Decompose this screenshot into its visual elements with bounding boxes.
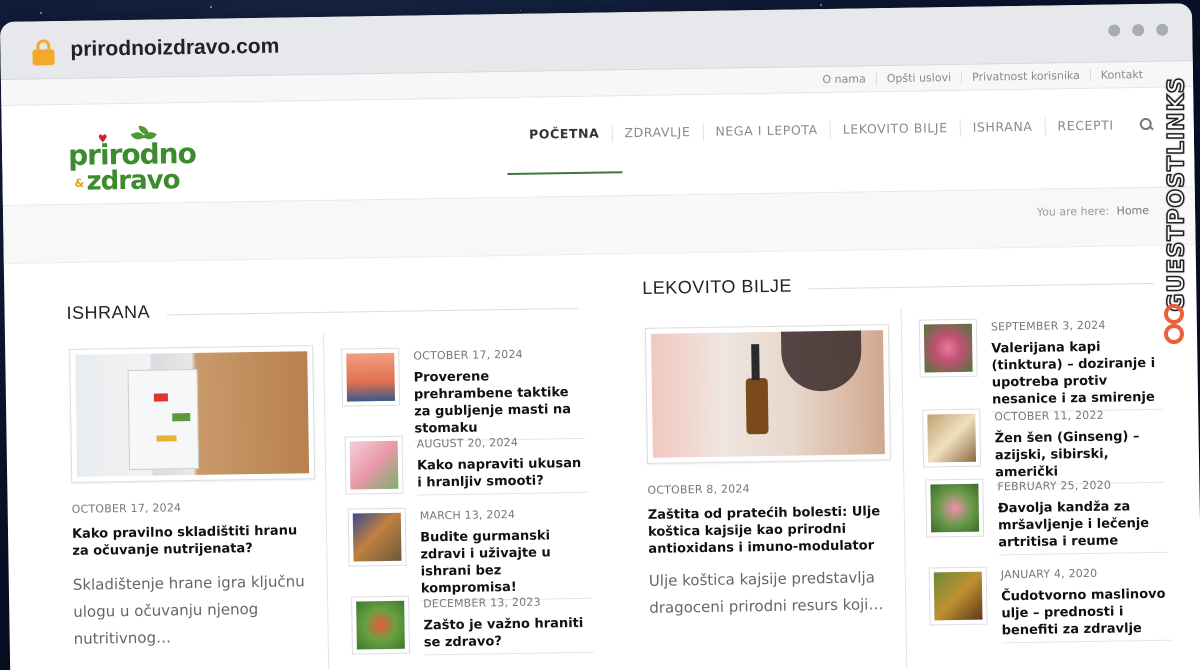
post-excerpt: Ulje koštica kajsije predstavlja dragoce…: [648, 568, 884, 617]
breadcrumb: You are here: Home: [1037, 204, 1149, 219]
thumb-image: [928, 566, 988, 626]
post-title[interactable]: Žen šen (Ginseng) – azijski, sibirski, a…: [995, 428, 1166, 482]
featured-post-ishrana: OCTOBER 17, 2024 Kako pravilno skladišti…: [69, 345, 318, 653]
list-item[interactable]: MARCH 13, 2024 Budite gurmanski zdravi i…: [347, 504, 592, 603]
link-kontakt[interactable]: Kontakt: [1089, 67, 1154, 82]
section-title[interactable]: LEKOVITO BILJE: [642, 270, 1154, 299]
post-title[interactable]: Zaštita od pratećih bolesti: Ulje koštic…: [648, 503, 893, 558]
post-date: MARCH 13, 2024: [419, 507, 516, 523]
post-title[interactable]: Valerijana kapi (tinktura) – doziranje i…: [991, 338, 1162, 409]
featured-image-fridge[interactable]: [69, 345, 316, 483]
thumb-image: [922, 408, 982, 468]
nav-item-zdravlje[interactable]: ZDRAVLJE: [611, 122, 703, 143]
post-date: OCTOBER 11, 2022: [994, 408, 1104, 424]
post-title[interactable]: Budite gurmanski zdravi i uživajte u ish…: [420, 527, 591, 598]
window-dot-icon[interactable]: [1156, 23, 1169, 36]
site-logo[interactable]: ♥ prirodno & zdravo: [68, 125, 196, 197]
breadcrumb-prefix: You are here:: [1036, 204, 1110, 219]
post-title[interactable]: Đavolja kandža za mršavljenje i lečenje …: [998, 498, 1169, 552]
list-item[interactable]: FEBRUARY 25, 2020 Đavolja kandža za mrša…: [925, 475, 1169, 557]
star: [40, 12, 42, 14]
column-divider: [900, 307, 908, 668]
thumb-image: [347, 507, 407, 567]
list-item[interactable]: SEPTEMBER 3, 2024 Valerijana kapi (tinkt…: [918, 315, 1163, 414]
list-item[interactable]: AUGUST 20, 2024 Kako napraviti ukusan i …: [344, 432, 588, 497]
browser-window: prirodnoizdravo.com O nama Opšti uslovi …: [0, 3, 1200, 670]
nav-item-ishrana[interactable]: ISHRANA: [959, 117, 1045, 137]
nav-item-nega-i-lepota[interactable]: NEGA I LEPOTA: [702, 120, 830, 141]
featured-image-oil-dropper[interactable]: [644, 324, 891, 464]
column-divider: [322, 332, 330, 670]
main-content: ISHRANA OCTOBER 17, 2024 Kako pravilno s…: [4, 245, 1200, 670]
nav-item-recepti[interactable]: RECEPTI: [1044, 116, 1126, 136]
list-item[interactable]: DECEMBER 13, 2023 Zašto je važno hraniti…: [351, 592, 594, 657]
search-icon[interactable]: [1140, 118, 1154, 132]
thumb-image: [341, 347, 401, 407]
link-o-nama[interactable]: O nama: [812, 72, 876, 86]
link-privatnost[interactable]: Privatnost korisnika: [960, 68, 1090, 84]
post-title[interactable]: Kako pravilno skladištiti hranu za očuva…: [72, 522, 317, 560]
breadcrumb-home[interactable]: Home: [1117, 204, 1150, 218]
window-controls: [1108, 23, 1169, 37]
post-title[interactable]: Čudotvorno maslinovo ulje – prednosti i …: [1001, 586, 1172, 640]
list-item[interactable]: JANUARY 4, 2020 Čudotvorno maslinovo ulj…: [928, 563, 1172, 645]
site-header: ♥ prirodno & zdravo POČETNA ZDRAVLJE NEG…: [1, 87, 1195, 219]
star: [520, 10, 521, 11]
logo-line2: zdravo: [86, 165, 180, 197]
section-title[interactable]: ISHRANA: [66, 295, 578, 324]
chain-link-icon: [1162, 304, 1186, 350]
post-date: OCTOBER 8, 2024: [647, 482, 750, 497]
window-dot-icon[interactable]: [1108, 24, 1121, 37]
post-excerpt: Skladištenje hrane igra ključnu ulogu u …: [72, 572, 305, 648]
post-title[interactable]: Proverene prehrambene taktike za gubljen…: [414, 367, 585, 438]
address-bar[interactable]: prirodnoizdravo.com: [70, 34, 279, 61]
thumb-image: [351, 595, 410, 655]
thumb-image: [918, 318, 978, 378]
post-date: OCTOBER 17, 2024: [413, 347, 523, 363]
star: [210, 6, 212, 8]
thumb-image: [344, 435, 404, 495]
main-nav: POČETNA ZDRAVLJE NEGA I LEPOTA LEKOVITO …: [517, 116, 1154, 144]
post-date: JANUARY 4, 2020: [1000, 566, 1098, 582]
star: [820, 4, 822, 6]
post-date: FEBRUARY 25, 2020: [997, 478, 1112, 494]
section-lekovito-bilje: LEKOVITO BILJE: [642, 270, 1154, 299]
watermark-text: GUESTPOSTLINKS: [1164, 76, 1191, 313]
nav-item-pocetna[interactable]: POČETNA: [517, 124, 612, 143]
post-date: OCTOBER 17, 2024: [71, 501, 182, 516]
post-title[interactable]: Kako napraviti ukusan i hranljiv smooti?: [417, 455, 588, 492]
list-item[interactable]: OCTOBER 17, 2024 Proverene prehrambene t…: [341, 344, 585, 443]
post-title[interactable]: Zašto je važno hraniti se zdravo?: [423, 615, 594, 652]
lock-icon: [32, 38, 55, 65]
post-date: DECEMBER 13, 2023: [423, 595, 541, 611]
post-date: SEPTEMBER 3, 2024: [990, 318, 1106, 334]
link-opsti-uslovi[interactable]: Opšti uslovi: [875, 70, 962, 86]
featured-post-lekovito: OCTOBER 8, 2024 Zaštita od pratećih bole…: [644, 324, 894, 622]
section-ishrana: ISHRANA: [66, 295, 578, 324]
guestpostlinks-watermark: GUESTPOSTLINKS: [1160, 56, 1190, 356]
list-item[interactable]: OCTOBER 11, 2022 Žen šen (Ginseng) – azi…: [922, 405, 1166, 487]
post-date: AUGUST 20, 2024: [416, 435, 519, 451]
window-dot-icon[interactable]: [1132, 24, 1145, 37]
thumb-image: [925, 478, 985, 538]
logo-amp: &: [74, 176, 85, 190]
nav-item-lekovito-bilje[interactable]: LEKOVITO BILJE: [829, 118, 960, 139]
